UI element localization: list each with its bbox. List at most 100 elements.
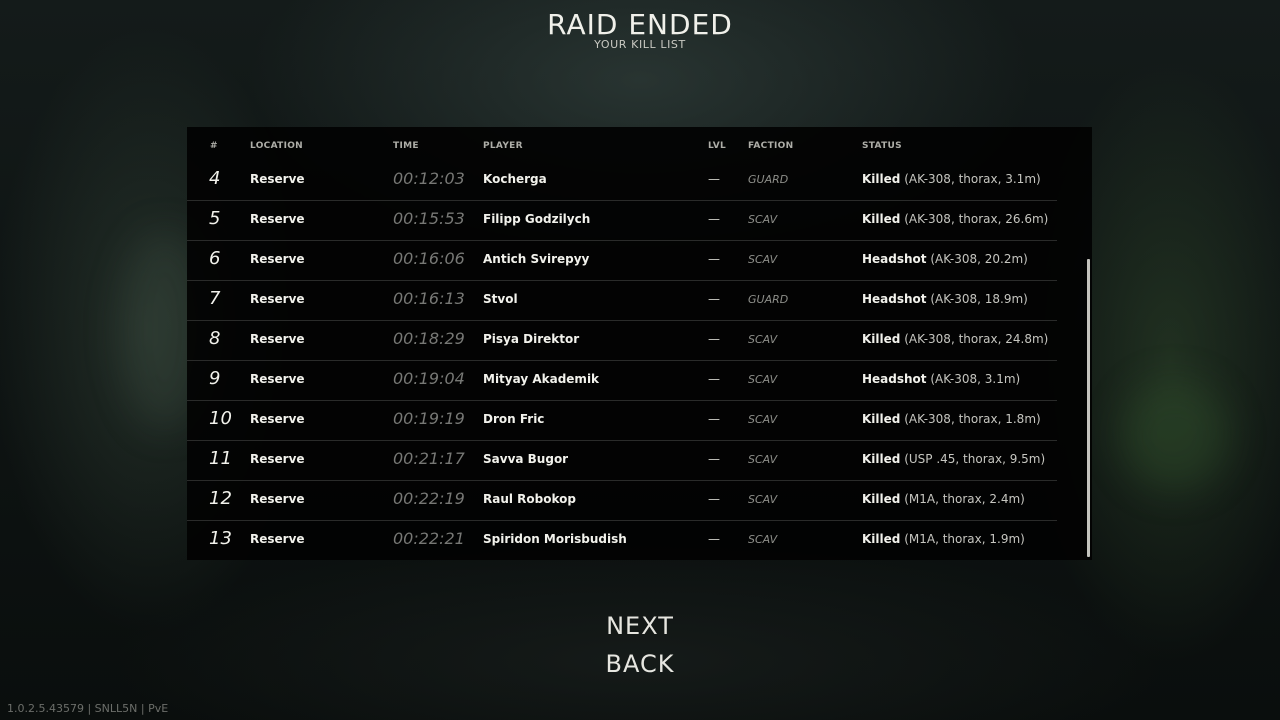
- kill-faction: SCAV: [748, 333, 778, 346]
- kill-location: Reserve: [250, 332, 305, 346]
- kill-faction: GUARD: [748, 293, 789, 306]
- kill-level: —: [708, 172, 720, 186]
- table-row: 8 Reserve 00:18:29 Pisya Direktor — SCAV…: [187, 320, 1057, 361]
- kill-status: Headshot (AK-308, 18.9m): [862, 292, 1028, 306]
- kill-status: Killed (AK-308, thorax, 26.6m): [862, 212, 1048, 226]
- kill-status-type: Killed: [862, 452, 901, 466]
- kill-faction: SCAV: [748, 413, 778, 426]
- kill-status-type: Killed: [862, 212, 901, 226]
- column-header-faction: FACTION: [748, 141, 794, 151]
- kill-location: Reserve: [250, 452, 305, 466]
- background-glow-right: [1120, 380, 1230, 490]
- kill-status: Killed (AK-308, thorax, 3.1m): [862, 172, 1041, 186]
- kill-number: 9: [209, 368, 221, 389]
- kill-time: 00:16:06: [393, 249, 465, 268]
- kill-faction: SCAV: [748, 493, 778, 506]
- kill-status-detail: (AK-308, thorax, 24.8m): [904, 332, 1049, 346]
- kill-time: 00:22:21: [393, 529, 465, 548]
- kill-location: Reserve: [250, 372, 305, 386]
- kill-player: Filipp Godzilych: [483, 212, 591, 226]
- kill-level: —: [708, 412, 720, 426]
- kill-level: —: [708, 492, 720, 506]
- kill-status: Killed (M1A, thorax, 1.9m): [862, 532, 1025, 546]
- kill-status-type: Killed: [862, 172, 901, 186]
- kill-number: 4: [209, 168, 221, 189]
- kill-time: 00:16:13: [393, 289, 465, 308]
- table-row: 10 Reserve 00:19:19 Dron Fric — SCAV Kil…: [187, 400, 1057, 441]
- kill-player: Stvol: [483, 292, 518, 306]
- kill-location: Reserve: [250, 292, 305, 306]
- kill-faction: SCAV: [748, 453, 778, 466]
- kill-level: —: [708, 252, 720, 266]
- raid-ended-header: RAID ENDED YOUR KILL LIST: [0, 8, 1280, 52]
- page-title: RAID ENDED: [547, 8, 733, 41]
- kill-player: Savva Bugor: [483, 452, 569, 466]
- kill-level: —: [708, 292, 720, 306]
- kill-player: Dron Fric: [483, 412, 545, 426]
- kill-status: Headshot (AK-308, 20.2m): [862, 252, 1028, 266]
- kill-faction: SCAV: [748, 213, 778, 226]
- scrollbar-thumb[interactable]: [1087, 259, 1090, 557]
- kill-location: Reserve: [250, 252, 305, 266]
- kill-status-type: Killed: [862, 332, 901, 346]
- back-button[interactable]: BACK: [540, 650, 740, 678]
- kill-number: 10: [209, 408, 232, 429]
- kill-level: —: [708, 452, 720, 466]
- column-header-level: LVL: [708, 141, 727, 151]
- table-row: 13 Reserve 00:22:21 Spiridon Morisbudish…: [187, 520, 1057, 560]
- column-header-time: TIME: [393, 141, 419, 151]
- kill-location: Reserve: [250, 172, 305, 186]
- kill-time: 00:18:29: [393, 329, 465, 348]
- kill-number: 13: [209, 528, 232, 549]
- kill-faction: SCAV: [748, 253, 778, 266]
- kill-faction: SCAV: [748, 533, 778, 546]
- kill-status-detail: (AK-308, 20.2m): [930, 252, 1028, 266]
- kill-status-type: Headshot: [862, 252, 927, 266]
- kill-player: Antich Svirepyy: [483, 252, 590, 266]
- kill-level: —: [708, 212, 720, 226]
- kill-status-detail: (AK-308, thorax, 1.8m): [904, 412, 1041, 426]
- kill-status: Killed (M1A, thorax, 2.4m): [862, 492, 1025, 506]
- kill-location: Reserve: [250, 212, 305, 226]
- next-button[interactable]: NEXT: [540, 612, 740, 640]
- column-header-status: STATUS: [862, 141, 902, 151]
- kill-status-type: Killed: [862, 532, 901, 546]
- kill-time: 00:22:19: [393, 489, 465, 508]
- kill-status-detail: (AK-308, 3.1m): [930, 372, 1021, 386]
- kill-list-panel: # LOCATION TIME PLAYER LVL FACTION STATU…: [187, 127, 1092, 560]
- kill-player: Mityay Akademik: [483, 372, 600, 386]
- kill-number: 5: [209, 208, 221, 229]
- kill-status-type: Killed: [862, 412, 901, 426]
- kill-status: Headshot (AK-308, 3.1m): [862, 372, 1020, 386]
- kill-faction: GUARD: [748, 173, 789, 186]
- kill-time: 00:21:17: [393, 449, 465, 468]
- column-header-number: #: [210, 141, 218, 151]
- kill-number: 8: [209, 328, 221, 349]
- kill-status-detail: (AK-308, thorax, 3.1m): [904, 172, 1041, 186]
- kill-player: Raul Robokop: [483, 492, 576, 506]
- kill-player: Pisya Direktor: [483, 332, 580, 346]
- table-row: 5 Reserve 00:15:53 Filipp Godzilych — SC…: [187, 200, 1057, 241]
- table-row: 4 Reserve 00:12:03 Kocherga — GUARD Kill…: [187, 160, 1057, 201]
- kill-status-type: Headshot: [862, 372, 927, 386]
- kill-status-type: Killed: [862, 492, 901, 506]
- kill-location: Reserve: [250, 532, 305, 546]
- kill-player: Kocherga: [483, 172, 547, 186]
- table-row: 9 Reserve 00:19:04 Mityay Akademik — SCA…: [187, 360, 1057, 401]
- kill-status-detail: (M1A, thorax, 1.9m): [904, 532, 1025, 546]
- kill-number: 12: [209, 488, 232, 509]
- kill-level: —: [708, 332, 720, 346]
- table-row: 6 Reserve 00:16:06 Antich Svirepyy — SCA…: [187, 240, 1057, 281]
- kill-number: 6: [209, 248, 221, 269]
- page-subtitle: YOUR KILL LIST: [594, 38, 686, 51]
- kill-location: Reserve: [250, 412, 305, 426]
- kill-status-detail: (M1A, thorax, 2.4m): [904, 492, 1025, 506]
- kill-time: 00:15:53: [393, 209, 465, 228]
- kill-level: —: [708, 532, 720, 546]
- table-row: 12 Reserve 00:22:19 Raul Robokop — SCAV …: [187, 480, 1057, 521]
- kill-number: 11: [209, 448, 232, 469]
- kill-level: —: [708, 372, 720, 386]
- column-header-location: LOCATION: [250, 141, 304, 151]
- kill-faction: SCAV: [748, 373, 778, 386]
- kill-status: Killed (AK-308, thorax, 24.8m): [862, 332, 1048, 346]
